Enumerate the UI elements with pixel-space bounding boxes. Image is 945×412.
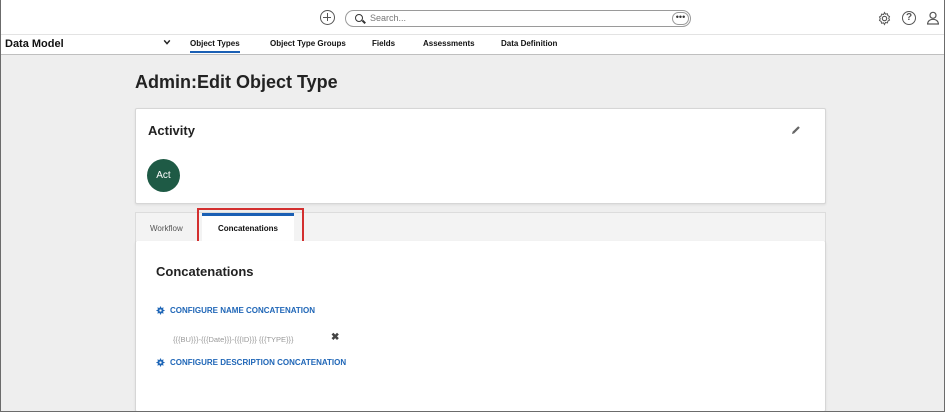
remove-icon[interactable]: ✖ <box>331 332 339 343</box>
activity-card: Activity Act <box>135 108 826 204</box>
top-bar: Search... ••• ? <box>1 0 944 35</box>
search-options-button[interactable]: ••• <box>672 12 689 25</box>
card-title: Activity <box>148 123 195 138</box>
tab-object-types[interactable]: Object Types <box>190 39 240 53</box>
pencil-icon[interactable] <box>790 124 802 136</box>
tab-data-definition[interactable]: Data Definition <box>501 39 557 48</box>
tab-object-type-groups[interactable]: Object Type Groups <box>270 39 346 48</box>
app-frame: Search... ••• ? Data Model Object Types … <box>0 0 945 412</box>
search-input[interactable]: Search... <box>370 13 406 23</box>
avatar: Act <box>147 159 180 192</box>
configure-description-label[interactable]: CONFIGURE DESCRIPTION CONCATENATION <box>170 358 346 367</box>
chevron-down-icon[interactable] <box>163 38 171 46</box>
search-bar[interactable]: Search... ••• <box>345 10 691 27</box>
concatenations-card: Concatenations CONFIGURE NAME CONCATENAT… <box>135 241 826 411</box>
tab-workflow[interactable]: Workflow <box>150 224 183 233</box>
configure-name-link[interactable]: CONFIGURE NAME CONCATENATION <box>156 306 315 315</box>
tab-assessments[interactable]: Assessments <box>423 39 475 48</box>
search-icon <box>355 14 363 22</box>
name-formula: {{{BU}}}-{{{Date}}}-{{{ID}}} {{{TYPE}}} <box>173 335 294 344</box>
configure-description-link[interactable]: CONFIGURE DESCRIPTION CONCATENATION <box>156 358 346 367</box>
nav-bar: Data Model Object Types Object Type Grou… <box>1 35 944 55</box>
user-icon[interactable] <box>925 10 941 26</box>
tab-fields[interactable]: Fields <box>372 39 395 48</box>
gear-icon <box>156 306 165 315</box>
nav-title[interactable]: Data Model <box>5 38 64 50</box>
gear-icon[interactable] <box>877 11 892 26</box>
gear-icon <box>156 358 165 367</box>
configure-name-label[interactable]: CONFIGURE NAME CONCATENATION <box>170 306 315 315</box>
add-icon[interactable] <box>320 10 335 25</box>
page-title: Admin:Edit Object Type <box>135 72 338 92</box>
section-title: Concatenations <box>156 264 254 279</box>
help-icon[interactable]: ? <box>902 11 916 25</box>
